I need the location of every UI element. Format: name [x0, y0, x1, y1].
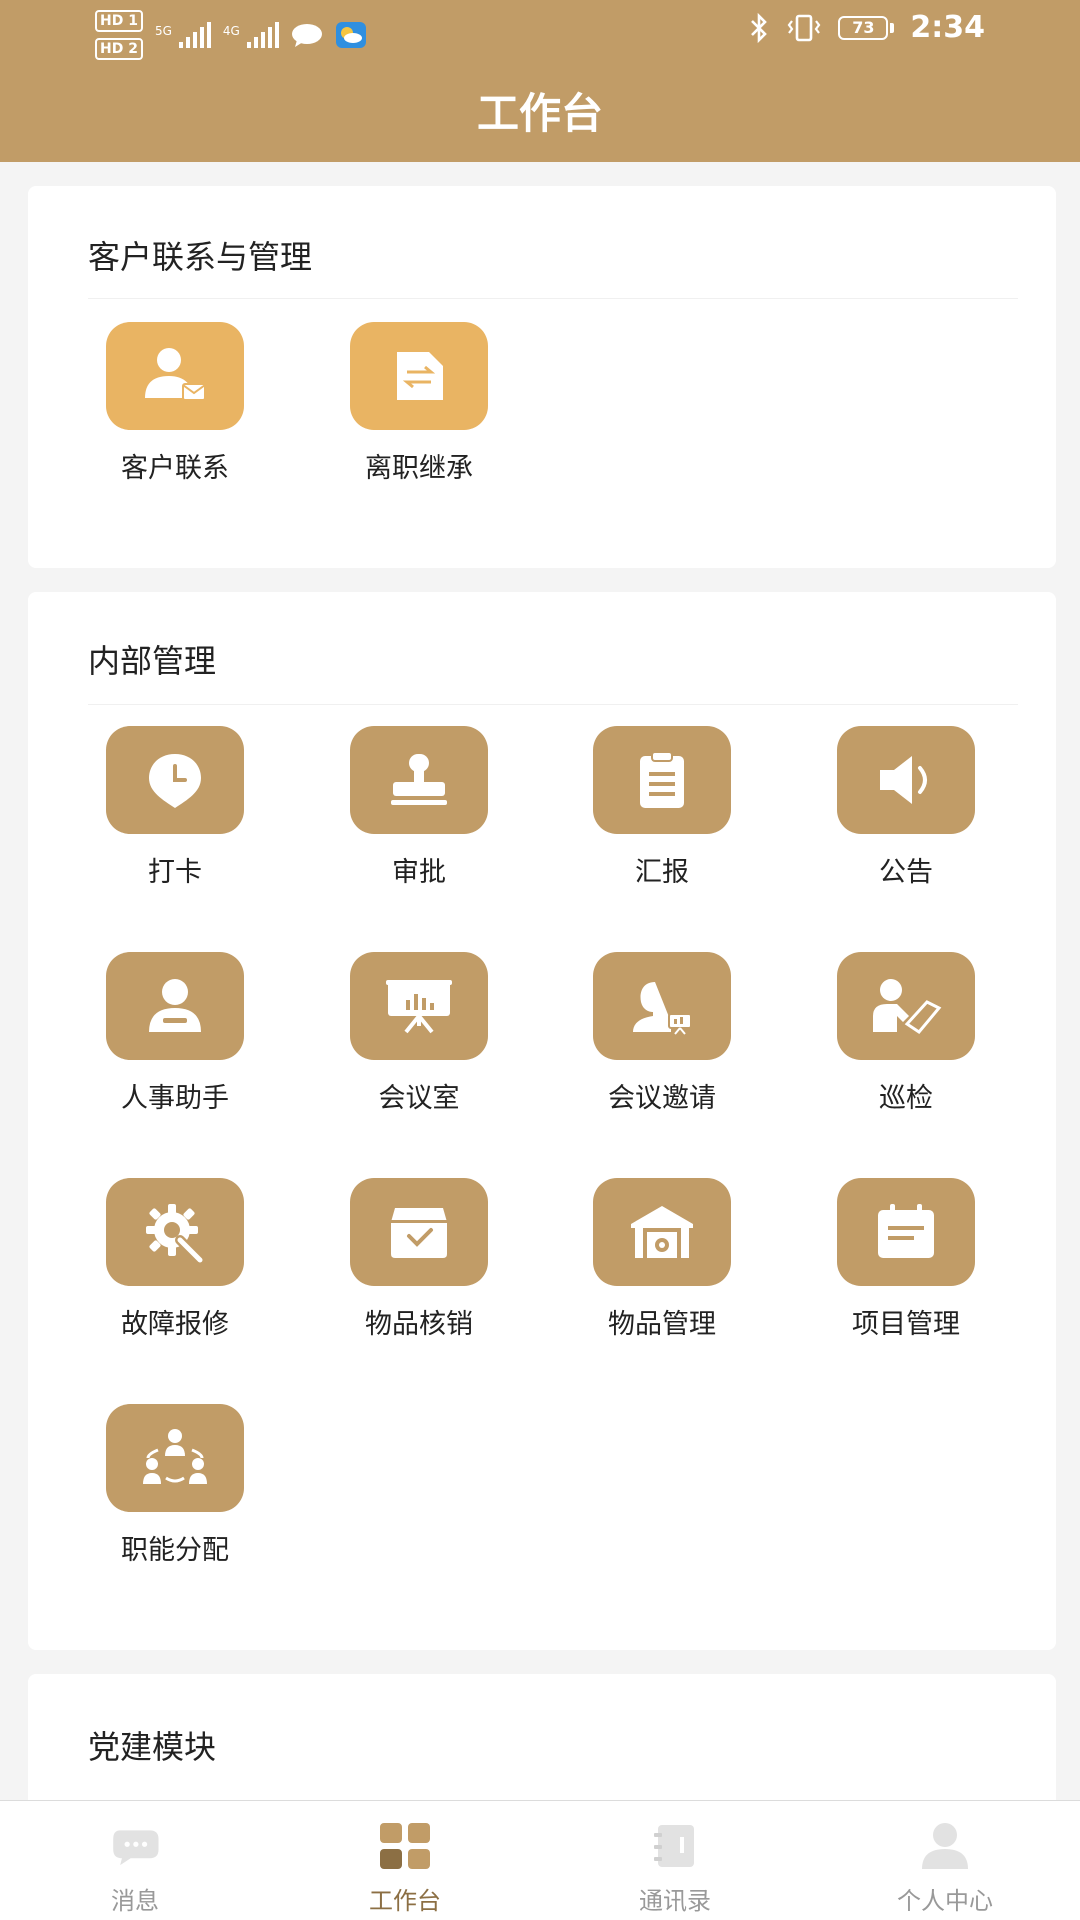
tile-item-management[interactable]: 物品管理 — [555, 1178, 755, 1358]
bluetooth-icon — [748, 12, 770, 43]
tile-announcement[interactable]: 公告 — [799, 726, 999, 906]
tile-label: 公告 — [879, 857, 933, 888]
tile-clock-in[interactable]: 打卡 — [68, 726, 268, 906]
resignation-inherit-icon — [350, 322, 488, 430]
tile-label: 审批 — [392, 857, 446, 888]
tile-role-assign[interactable]: 职能分配 — [68, 1404, 268, 1584]
tile-hr-assistant[interactable]: 人事助手 — [68, 952, 268, 1132]
chat-bubble-icon — [291, 22, 323, 48]
tile-label: 项目管理 — [852, 1309, 960, 1340]
tile-report[interactable]: 汇报 — [555, 726, 755, 906]
tile-label: 人事助手 — [121, 1083, 229, 1114]
repair-gear-icon — [106, 1178, 244, 1286]
tile-meeting-room[interactable]: 会议室 — [312, 952, 512, 1132]
weather-icon — [335, 21, 367, 49]
section-title: 客户联系与管理 — [88, 238, 313, 276]
contacts-icon — [648, 1821, 702, 1871]
vibrate-icon — [786, 13, 822, 43]
header-bar: HD 1 HD 2 5G 4G 73 2:34 工作台 — [0, 0, 1080, 162]
tile-resignation-inherit[interactable]: 离职继承 — [312, 322, 512, 502]
nav-label: 消息 — [111, 1887, 159, 1915]
section-customer: 客户联系与管理 客户联系 离职继承 — [28, 186, 1056, 568]
bottom-nav: 消息 工作台 通讯录 个人中心 — [0, 1800, 1080, 1920]
nav-contacts[interactable]: 通讯录 — [540, 1801, 810, 1920]
hd-indicators: HD 1 HD 2 — [95, 10, 143, 60]
nav-label: 个人中心 — [897, 1887, 993, 1915]
meeting-invite-icon — [593, 952, 731, 1060]
status-bar-right: 73 2:34 — [748, 10, 985, 45]
page-title: 工作台 — [476, 89, 603, 138]
hd1-badge: HD 1 — [95, 10, 143, 32]
nav-workbench[interactable]: 工作台 — [270, 1801, 540, 1920]
workbench-page: HD 1 HD 2 5G 4G 73 2:34 工作台 客户联系与管理 客户联系… — [0, 0, 1080, 1920]
tile-label: 物品管理 — [608, 1309, 716, 1340]
meeting-room-icon — [350, 952, 488, 1060]
nav-label: 工作台 — [369, 1887, 441, 1915]
role-assign-icon — [106, 1404, 244, 1512]
section-title: 党建模块 — [88, 1728, 217, 1766]
battery-level: 73 — [838, 15, 889, 40]
section-internal: 内部管理 打卡 审批 汇报 公告 人事助手 会议室 会议邀请 巡检 故障报修 物… — [28, 592, 1056, 1650]
hr-assistant-icon — [106, 952, 244, 1060]
inspection-icon — [837, 952, 975, 1060]
tile-inspection[interactable]: 巡检 — [799, 952, 999, 1132]
nav-label: 通讯录 — [639, 1887, 711, 1915]
customer-contact-icon — [106, 322, 244, 430]
tile-label: 职能分配 — [121, 1535, 229, 1566]
project-calendar-icon — [837, 1178, 975, 1286]
status-bar-left: HD 1 HD 2 5G 4G — [95, 10, 367, 60]
status-time: 2:34 — [910, 10, 985, 45]
signal-5g-icon: 5G — [155, 22, 211, 48]
nav-profile[interactable]: 个人中心 — [810, 1801, 1080, 1920]
tile-meeting-invite[interactable]: 会议邀请 — [555, 952, 755, 1132]
tile-item-writeoff[interactable]: 物品核销 — [312, 1178, 512, 1358]
section-divider — [88, 298, 1018, 299]
tile-label: 打卡 — [148, 857, 202, 888]
tile-label: 故障报修 — [121, 1309, 229, 1340]
report-clipboard-icon — [593, 726, 731, 834]
tile-label: 物品核销 — [365, 1309, 473, 1340]
workbench-icon — [378, 1821, 432, 1871]
hd2-badge: HD 2 — [95, 38, 143, 60]
tile-label: 客户联系 — [121, 453, 229, 484]
section-divider — [88, 704, 1018, 705]
item-writeoff-icon — [350, 1178, 488, 1286]
section-title: 内部管理 — [88, 642, 217, 680]
tile-label: 离职继承 — [365, 453, 473, 484]
tile-customer-contact[interactable]: 客户联系 — [68, 322, 268, 502]
battery-icon: 73 — [838, 15, 895, 40]
message-icon — [108, 1821, 162, 1871]
tile-project-management[interactable]: 项目管理 — [799, 1178, 999, 1358]
tile-label: 会议邀请 — [608, 1083, 716, 1114]
tile-approval[interactable]: 审批 — [312, 726, 512, 906]
approval-stamp-icon — [350, 726, 488, 834]
profile-icon — [918, 1821, 972, 1871]
nav-messages[interactable]: 消息 — [0, 1801, 270, 1920]
tile-label: 汇报 — [635, 857, 689, 888]
clock-in-icon — [106, 726, 244, 834]
net1-label: 5G — [154, 24, 172, 38]
net2-label: 4G — [222, 24, 240, 38]
warehouse-icon — [593, 1178, 731, 1286]
tile-label: 巡检 — [879, 1083, 933, 1114]
announcement-speaker-icon — [837, 726, 975, 834]
tile-repair[interactable]: 故障报修 — [68, 1178, 268, 1358]
signal-4g-icon: 4G — [223, 22, 279, 48]
tile-label: 会议室 — [378, 1083, 460, 1114]
